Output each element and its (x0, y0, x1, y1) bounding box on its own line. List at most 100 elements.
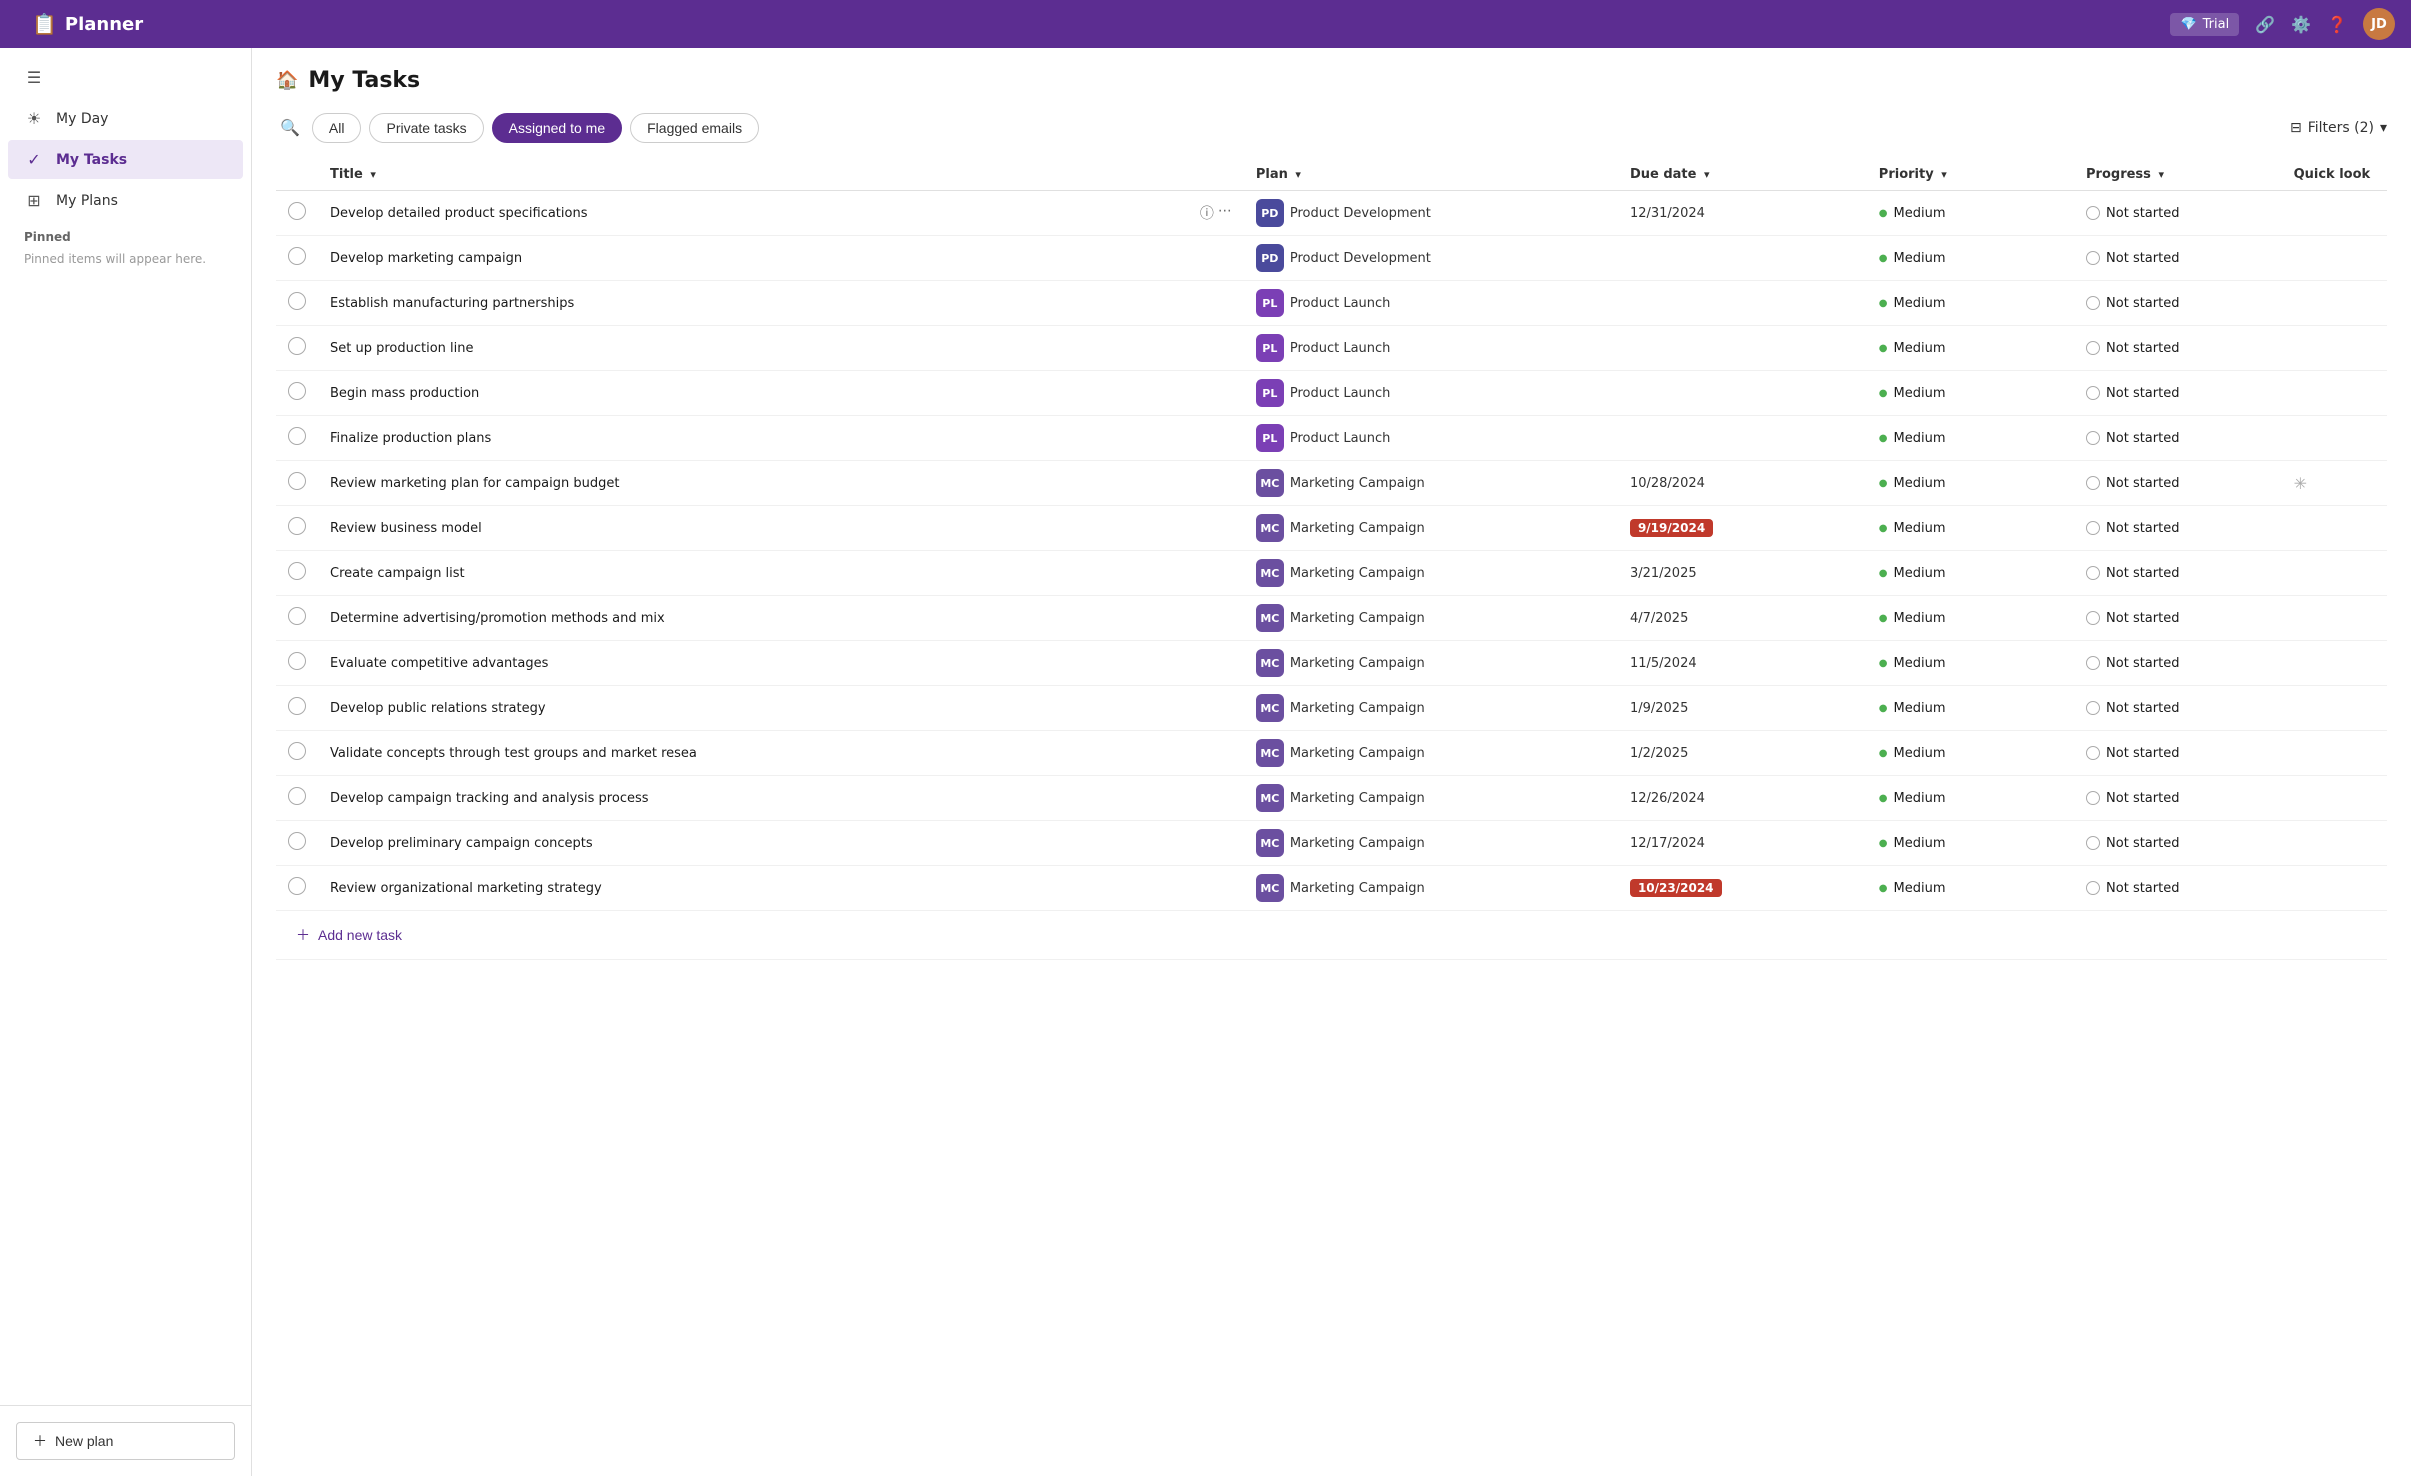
avatar[interactable]: JD (2363, 8, 2395, 40)
info-icon[interactable]: ⓘ (1200, 878, 1214, 898)
task-checkbox-cell (276, 596, 318, 641)
task-priority-cell: ● Medium (1867, 191, 2074, 236)
task-checkbox[interactable] (288, 382, 306, 400)
sort-arrow-due: ▾ (1704, 168, 1710, 181)
task-checkbox[interactable] (288, 427, 306, 445)
task-checkbox[interactable] (288, 292, 306, 310)
info-icon[interactable]: ⓘ (1200, 563, 1214, 583)
progress-circle (2086, 476, 2100, 490)
more-icon[interactable]: ⋯ (1218, 608, 1232, 628)
progress-label: Not started (2106, 611, 2179, 626)
info-icon[interactable]: ⓘ (1200, 293, 1214, 313)
search-button[interactable]: 🔍 (276, 114, 304, 142)
task-plan-cell: MC Marketing Campaign (1244, 551, 1618, 596)
priority-label: Medium (1894, 611, 1946, 626)
info-icon[interactable]: ⓘ (1200, 518, 1214, 538)
info-icon[interactable]: ⓘ (1200, 698, 1214, 718)
priority-dot: ● (1879, 838, 1888, 849)
task-checkbox[interactable] (288, 202, 306, 220)
task-progress-cell: Not started (2074, 371, 2282, 416)
info-icon[interactable]: ⓘ (1200, 833, 1214, 853)
more-icon[interactable]: ⋯ (1218, 293, 1232, 313)
more-icon[interactable]: ⋯ (1218, 653, 1232, 673)
task-checkbox[interactable] (288, 562, 306, 580)
sort-arrow-plan: ▾ (1295, 168, 1301, 181)
more-icon[interactable]: ⋯ (1218, 833, 1232, 853)
info-icon[interactable]: ⓘ (1200, 203, 1214, 223)
info-icon[interactable]: ⓘ (1200, 788, 1214, 808)
task-checkbox[interactable] (288, 247, 306, 265)
info-icon[interactable]: ⓘ (1200, 743, 1214, 763)
filter-tab-flagged[interactable]: Flagged emails (630, 113, 759, 143)
task-plan-cell: MC Marketing Campaign (1244, 641, 1618, 686)
more-icon[interactable]: ⋯ (1218, 473, 1232, 493)
info-icon[interactable]: ⓘ (1200, 473, 1214, 493)
task-plan-cell: PL Product Launch (1244, 416, 1618, 461)
info-icon[interactable]: ⓘ (1200, 383, 1214, 403)
col-title[interactable]: Title ▾ (318, 159, 1244, 191)
sidebar-item-my-day[interactable]: ☀ My Day (8, 99, 243, 138)
priority-label: Medium (1894, 656, 1946, 671)
task-due-cell: 12/26/2024 (1618, 776, 1867, 821)
progress-circle (2086, 791, 2100, 805)
col-plan[interactable]: Plan ▾ (1244, 159, 1618, 191)
col-due-date[interactable]: Due date ▾ (1618, 159, 1867, 191)
more-icon[interactable]: ⋯ (1218, 788, 1232, 808)
more-icon[interactable]: ⋯ (1218, 878, 1232, 898)
more-icon[interactable]: ⋯ (1218, 563, 1232, 583)
add-task-label: Add new task (318, 927, 402, 943)
trial-button[interactable]: 💎 Trial (2170, 13, 2239, 36)
more-icon[interactable]: ⋯ (1218, 383, 1232, 403)
share-icon[interactable]: 🔗 (2255, 15, 2275, 34)
priority-label: Medium (1894, 566, 1946, 581)
info-icon[interactable]: ⓘ (1200, 653, 1214, 673)
task-checkbox-cell (276, 326, 318, 371)
filters-dropdown[interactable]: ⊟ Filters (2) ▾ (2290, 120, 2387, 136)
more-icon[interactable]: ⋯ (1218, 428, 1232, 448)
task-quick-look-cell (2282, 281, 2387, 326)
info-icon[interactable]: ⓘ (1200, 248, 1214, 268)
task-checkbox[interactable] (288, 787, 306, 805)
more-icon[interactable]: ⋯ (1218, 698, 1232, 718)
info-icon[interactable]: ⓘ (1200, 338, 1214, 358)
task-checkbox[interactable] (288, 517, 306, 535)
col-priority[interactable]: Priority ▾ (1867, 159, 2074, 191)
task-checkbox-cell (276, 821, 318, 866)
task-checkbox[interactable] (288, 697, 306, 715)
task-checkbox[interactable] (288, 607, 306, 625)
task-checkbox-cell (276, 506, 318, 551)
new-plan-button[interactable]: ＋ New plan (16, 1422, 235, 1460)
task-quick-look-cell (2282, 731, 2387, 776)
task-checkbox[interactable] (288, 742, 306, 760)
filter-tab-all[interactable]: All (312, 113, 362, 143)
task-checkbox[interactable] (288, 472, 306, 490)
more-icon[interactable]: ⋯ (1218, 518, 1232, 538)
task-quick-look-cell (2282, 371, 2387, 416)
plan-name: Marketing Campaign (1290, 476, 1425, 491)
more-icon[interactable]: ⋯ (1218, 248, 1232, 268)
more-icon[interactable]: ⋯ (1218, 338, 1232, 358)
progress-circle (2086, 881, 2100, 895)
sidebar-item-my-tasks[interactable]: ✓ My Tasks (8, 140, 243, 179)
help-icon[interactable]: ❓ (2327, 15, 2347, 34)
sidebar-item-my-plans[interactable]: ⊞ My Plans (8, 181, 243, 220)
settings-icon[interactable]: ⚙️ (2291, 15, 2311, 34)
info-icon[interactable]: ⓘ (1200, 428, 1214, 448)
filter-tab-assigned[interactable]: Assigned to me (492, 113, 623, 143)
info-icon[interactable]: ⓘ (1200, 608, 1214, 628)
task-checkbox[interactable] (288, 832, 306, 850)
more-icon[interactable]: ⋯ (1218, 203, 1232, 223)
priority-label: Medium (1894, 341, 1946, 356)
quick-look-icon[interactable]: ✳ (2294, 474, 2307, 493)
due-date: 9/19/2024 (1630, 519, 1713, 537)
task-checkbox[interactable] (288, 337, 306, 355)
progress-label: Not started (2106, 746, 2179, 761)
sidebar-item-collapse[interactable]: ☰ (8, 58, 243, 97)
task-checkbox[interactable] (288, 652, 306, 670)
more-icon[interactable]: ⋯ (1218, 743, 1232, 763)
plus-icon: ＋ (33, 1431, 47, 1451)
task-checkbox[interactable] (288, 877, 306, 895)
add-task-button[interactable]: ＋ Add new task (288, 921, 410, 949)
col-progress[interactable]: Progress ▾ (2074, 159, 2282, 191)
filter-tab-private[interactable]: Private tasks (369, 113, 483, 143)
